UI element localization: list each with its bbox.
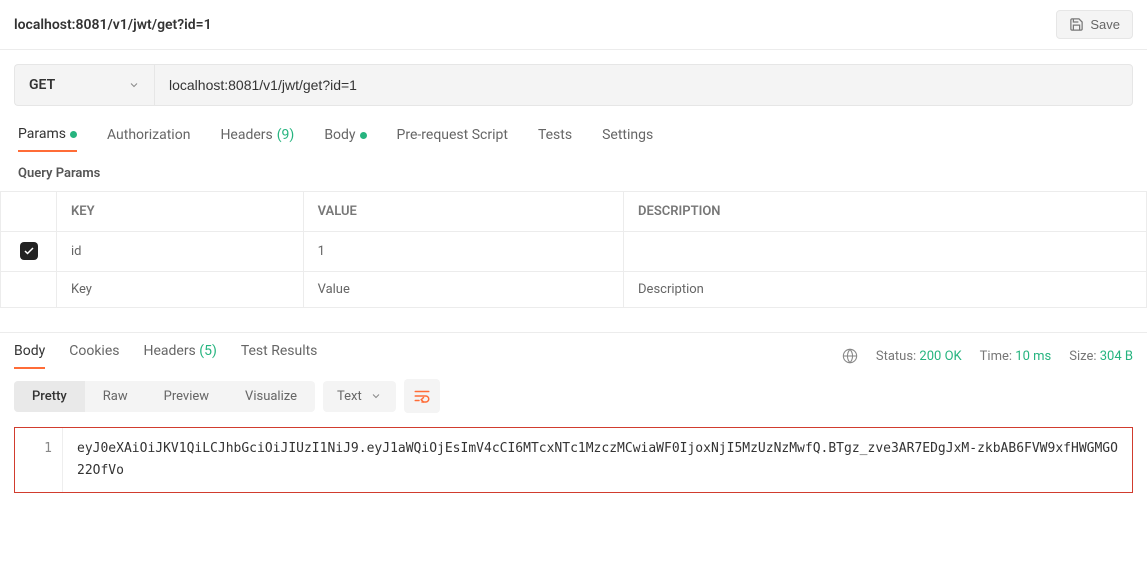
chevron-down-icon	[128, 79, 140, 91]
param-key-cell[interactable]: id	[57, 232, 304, 272]
tab-body-label: Body	[324, 127, 355, 143]
param-enabled-cell-empty	[1, 272, 57, 308]
param-enabled-cell[interactable]	[1, 232, 57, 272]
resp-tab-body[interactable]: Body	[14, 343, 45, 369]
status-label: Status:	[876, 349, 916, 364]
table-row-new[interactable]: Key Value Description	[1, 272, 1147, 308]
tab-params[interactable]: Params	[18, 126, 77, 152]
status-info: Status: 200 OK	[876, 349, 962, 364]
param-value-cell[interactable]: 1	[303, 232, 623, 272]
col-header-enabled	[1, 192, 57, 232]
request-tabs: Params Authorization Headers (9) Body Pr…	[0, 106, 1147, 152]
time-value: 10 ms	[1015, 349, 1051, 364]
http-method-select[interactable]: GET	[14, 64, 154, 106]
time-info: Time: 10 ms	[980, 349, 1052, 364]
resp-tab-headers-label: Headers	[143, 343, 195, 359]
seg-pretty[interactable]: Pretty	[14, 381, 85, 412]
wrap-icon	[413, 388, 431, 404]
param-description-placeholder[interactable]: Description	[624, 272, 1147, 308]
tab-settings[interactable]: Settings	[602, 126, 653, 152]
tab-body[interactable]: Body	[324, 126, 366, 152]
time-label: Time:	[980, 349, 1012, 364]
param-key-placeholder[interactable]: Key	[57, 272, 304, 308]
checkbox-checked-icon[interactable]	[20, 242, 38, 260]
seg-raw[interactable]: Raw	[85, 381, 146, 412]
url-input[interactable]	[154, 64, 1133, 106]
size-info: Size: 304 B	[1069, 349, 1133, 364]
response-body-text[interactable]: eyJ0eXAiOiJKV1QiLCJhbGciOiJIUzI1NiJ9.eyJ…	[63, 428, 1132, 492]
globe-icon[interactable]	[842, 348, 858, 364]
seg-visualize[interactable]: Visualize	[227, 381, 315, 412]
size-label: Size:	[1069, 349, 1096, 364]
table-row[interactable]: id 1	[1, 232, 1147, 272]
resp-tab-headers[interactable]: Headers (5)	[143, 343, 216, 369]
save-button[interactable]: Save	[1056, 10, 1133, 39]
col-header-description: DESCRIPTION	[624, 192, 1147, 232]
body-view-segments: Pretty Raw Preview Visualize	[14, 381, 315, 412]
tab-authorization[interactable]: Authorization	[107, 126, 190, 152]
resp-tab-cookies[interactable]: Cookies	[69, 343, 119, 369]
line-number-gutter: 1	[15, 428, 63, 492]
param-description-cell[interactable]	[624, 232, 1147, 272]
chevron-down-icon	[370, 390, 382, 402]
wrap-lines-button[interactable]	[404, 379, 440, 413]
content-type-value: Text	[337, 389, 362, 404]
tab-prerequest-script[interactable]: Pre-request Script	[397, 126, 508, 152]
tab-tests[interactable]: Tests	[538, 126, 572, 152]
col-header-key: KEY	[57, 192, 304, 232]
tab-headers-count: (9)	[277, 127, 295, 143]
response-body-area[interactable]: 1 eyJ0eXAiOiJKV1QiLCJhbGciOiJIUzI1NiJ9.e…	[14, 427, 1133, 493]
tab-params-label: Params	[18, 126, 66, 142]
query-params-table: KEY VALUE DESCRIPTION id 1 Key Value Des…	[0, 191, 1147, 308]
seg-preview[interactable]: Preview	[146, 381, 227, 412]
content-type-select[interactable]: Text	[323, 381, 396, 412]
status-dot-icon	[360, 132, 367, 139]
http-method-value: GET	[29, 77, 55, 93]
resp-tab-test-results[interactable]: Test Results	[241, 343, 318, 369]
response-meta: Status: 200 OK Time: 10 ms Size: 304 B	[842, 348, 1133, 364]
save-icon	[1069, 17, 1084, 32]
tab-headers[interactable]: Headers (9)	[220, 126, 294, 152]
save-label: Save	[1090, 17, 1120, 32]
tab-headers-label: Headers	[220, 127, 272, 143]
size-value: 304 B	[1100, 349, 1133, 364]
col-header-value: VALUE	[303, 192, 623, 232]
query-params-heading: Query Params	[0, 152, 1147, 191]
request-title: localhost:8081/v1/jwt/get?id=1	[14, 17, 212, 33]
response-tabs: Body Cookies Headers (5) Test Results	[14, 343, 317, 369]
resp-tab-headers-count: (5)	[199, 343, 217, 359]
param-value-placeholder[interactable]: Value	[303, 272, 623, 308]
status-dot-icon	[70, 131, 77, 138]
status-value: 200 OK	[919, 349, 961, 364]
